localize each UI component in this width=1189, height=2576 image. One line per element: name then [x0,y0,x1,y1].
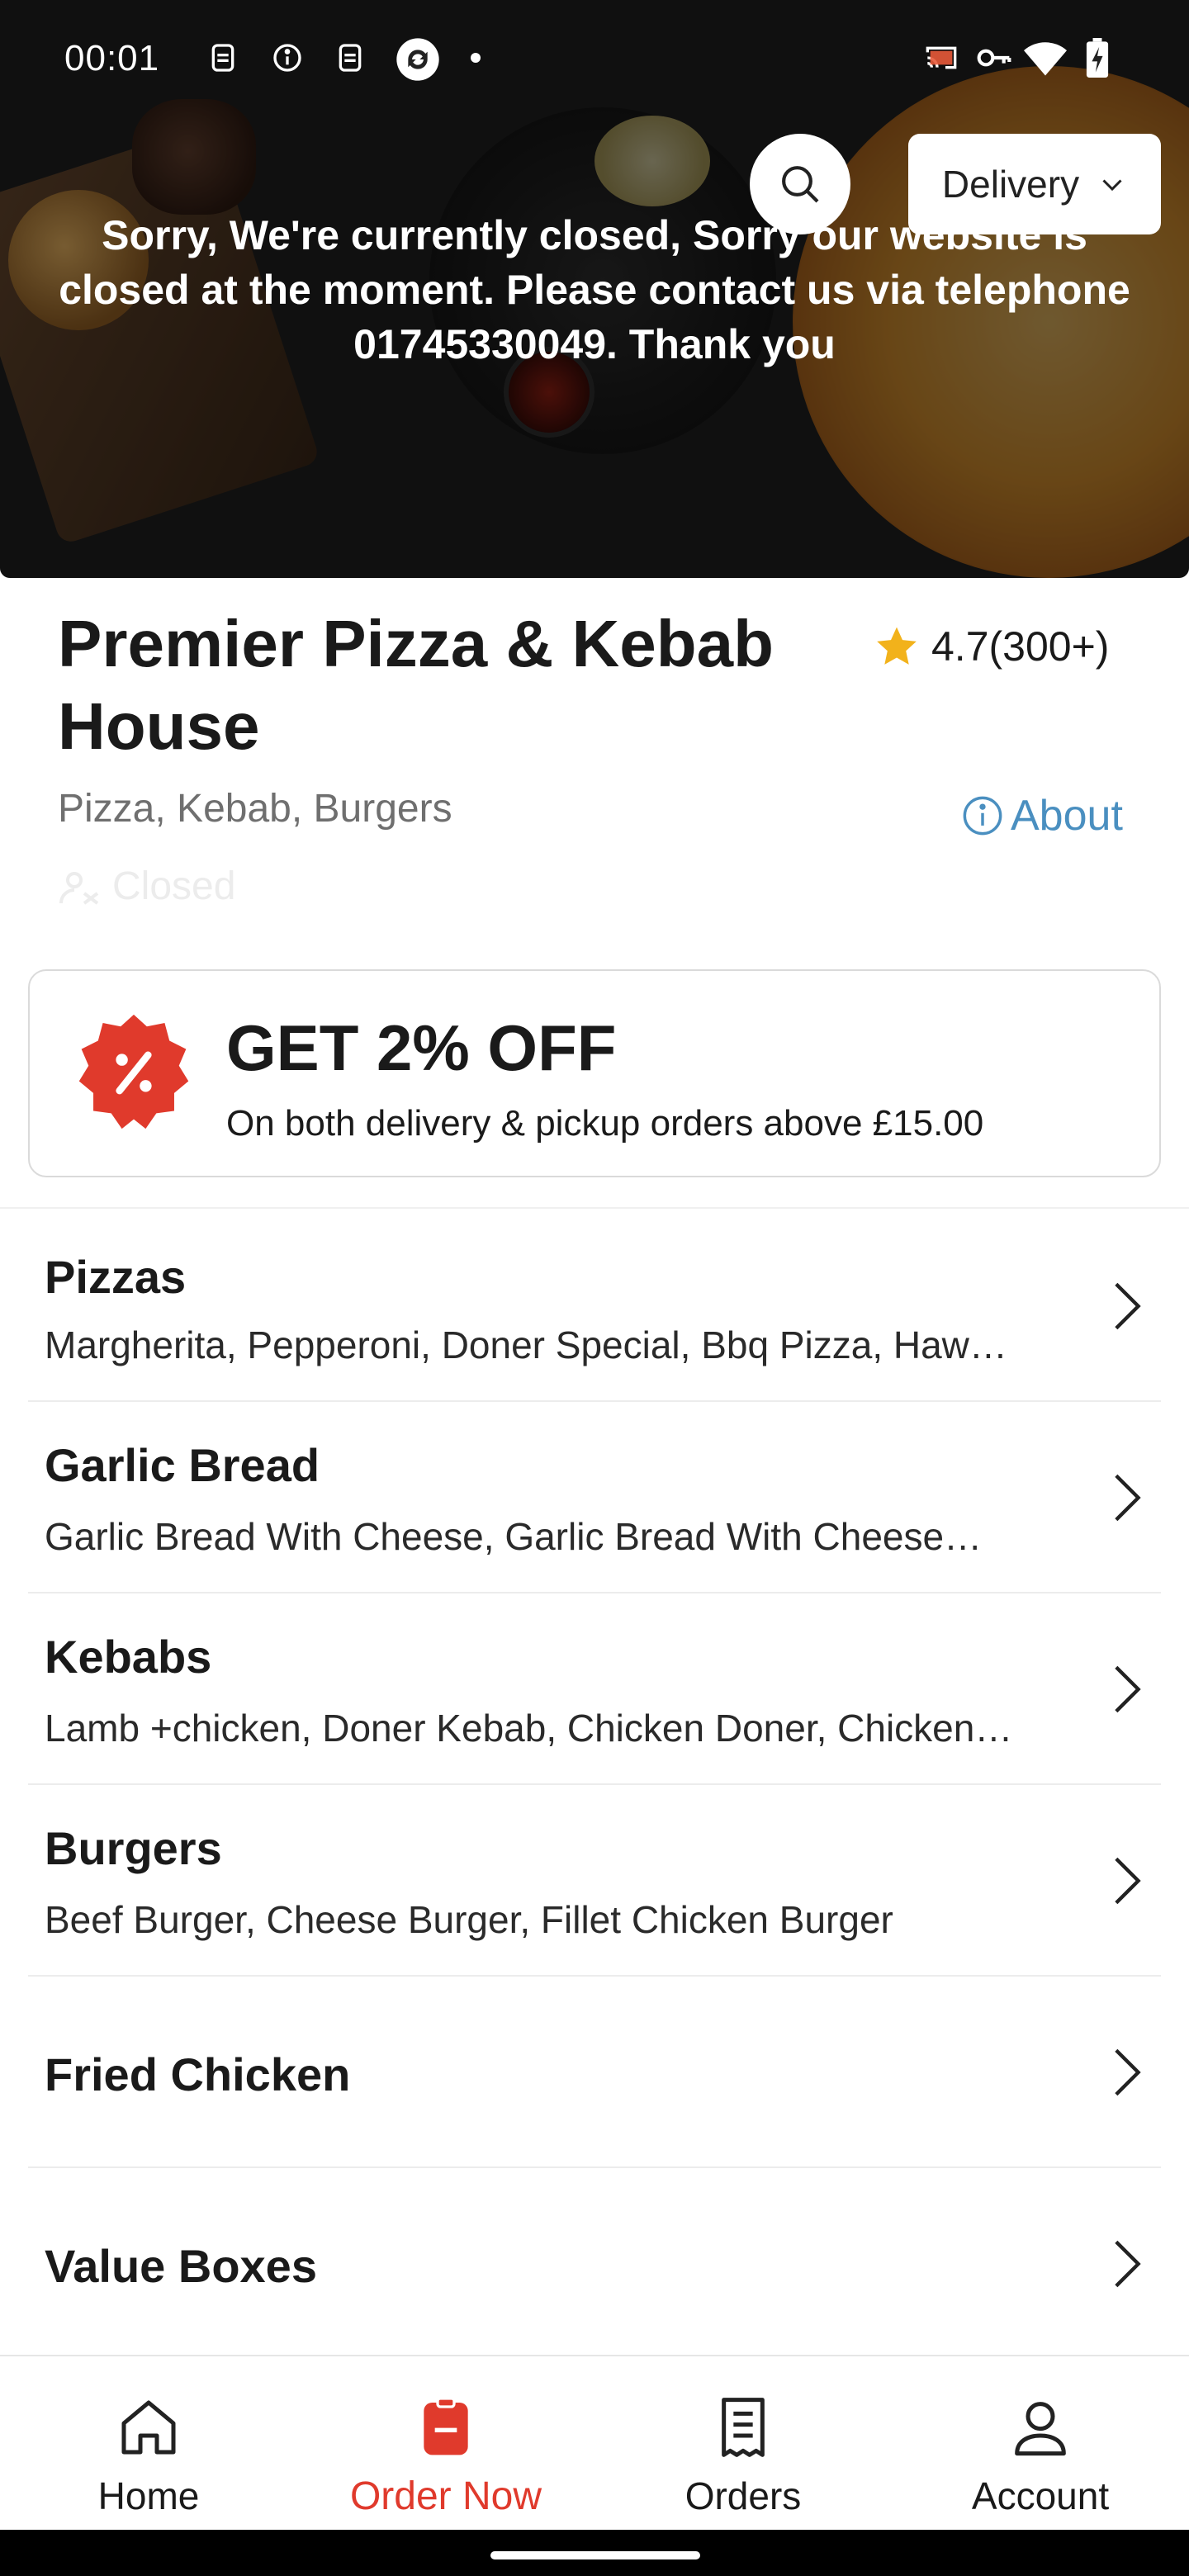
divider [0,1207,1189,1209]
chevron-right-icon [1115,1474,1141,1522]
status-bar: 00:01 [0,0,1189,116]
nav-orders[interactable]: Orders [594,2356,892,2531]
rating[interactable]: 4.7(300+) [874,623,1109,670]
closed-notice: Sorry, We're currently closed, Sorry our… [59,212,1130,367]
sync-icon [395,36,441,83]
order-icon [424,2397,468,2455]
category-fried-chicken[interactable]: Fried Chicken [28,1977,1161,2168]
offer-title: GET 2% OFF [226,1011,617,1084]
chevron-right-icon [1115,1282,1141,1330]
home-gesture-handle[interactable] [490,2551,700,2559]
category-kebabs[interactable]: Kebabs Lamb +chicken, Doner Kebab, Chick… [28,1593,1161,1785]
bottom-nav: Home Order Now Orders Account [0,2355,1189,2530]
nav-label: Order Now [349,2474,542,2518]
home-icon [121,2400,176,2455]
category-name: Garlic Bread [45,1439,320,1491]
category-burgers[interactable]: Burgers Beef Burger, Cheese Burger, Fill… [28,1785,1161,1977]
about-link[interactable]: About [961,791,1123,841]
category-value-boxes[interactable]: Value Boxes [28,2168,1161,2360]
discount-badge-icon [78,1014,189,1129]
sim-icon [206,41,239,74]
category-items: Garlic Bread With Cheese, Garlic Bread W… [45,1515,983,1558]
category-name: Burgers [45,1822,222,1874]
nav-order-now[interactable]: Order Now [297,2356,594,2531]
delivery-mode-label: Delivery [941,163,1080,206]
chevron-right-icon [1115,2240,1141,2288]
battery-charging-icon [1085,38,1110,78]
category-name: Value Boxes [45,2240,317,2292]
search-icon [782,166,819,203]
category-garlic-bread[interactable]: Garlic Bread Garlic Bread With Cheese, G… [28,1402,1161,1593]
sim-icon [334,41,367,74]
star-icon [877,627,917,665]
chevron-down-icon [1102,179,1122,192]
info-icon [963,796,1002,836]
nav-home[interactable]: Home [0,2356,297,2531]
cast-icon [920,41,963,74]
category-name: Pizzas [45,1251,187,1303]
open-status-label: Closed [112,864,236,908]
chevron-right-icon [1115,2048,1141,2096]
chevron-right-icon [1115,1665,1141,1713]
receipt-icon [722,2398,765,2457]
category-pizzas[interactable]: Pizzas Margherita, Pepperoni, Doner Spec… [28,1210,1161,1402]
restaurant-name: Premier Pizza & Kebab House [58,607,774,763]
category-items: Margherita, Pepperoni, Doner Special, Bb… [45,1324,1007,1366]
nav-label: Account [971,2474,1110,2517]
nav-account[interactable]: Account [892,2356,1189,2531]
category-items: Beef Burger, Cheese Burger, Fillet Chick… [45,1898,893,1941]
info-icon [271,41,304,74]
offer-subtitle: On both delivery & pickup orders above £… [226,1103,984,1144]
about-label: About [1011,792,1123,840]
account-icon [1015,2402,1066,2456]
offer-card[interactable]: GET 2% OFF On both delivery & pickup ord… [28,969,1161,1177]
nav-label: Orders [685,2474,802,2517]
vpn-key-icon [974,41,1014,74]
nav-label: Home [97,2474,200,2517]
cuisine-list: Pizza, Kebab, Burgers [58,787,452,831]
chevron-right-icon [1115,1857,1141,1905]
closed-icon [59,871,99,905]
category-name: Kebabs [45,1631,212,1683]
wifi-icon [1024,41,1067,76]
rating-value: 4.7(300+) [931,623,1110,670]
category-items: Lamb +chicken, Doner Kebab, Chicken Done… [45,1707,1013,1750]
notification-dot [471,53,481,63]
status-time: 00:01 [64,38,160,78]
open-status: Closed [58,864,235,909]
category-name: Fried Chicken [45,2048,351,2100]
